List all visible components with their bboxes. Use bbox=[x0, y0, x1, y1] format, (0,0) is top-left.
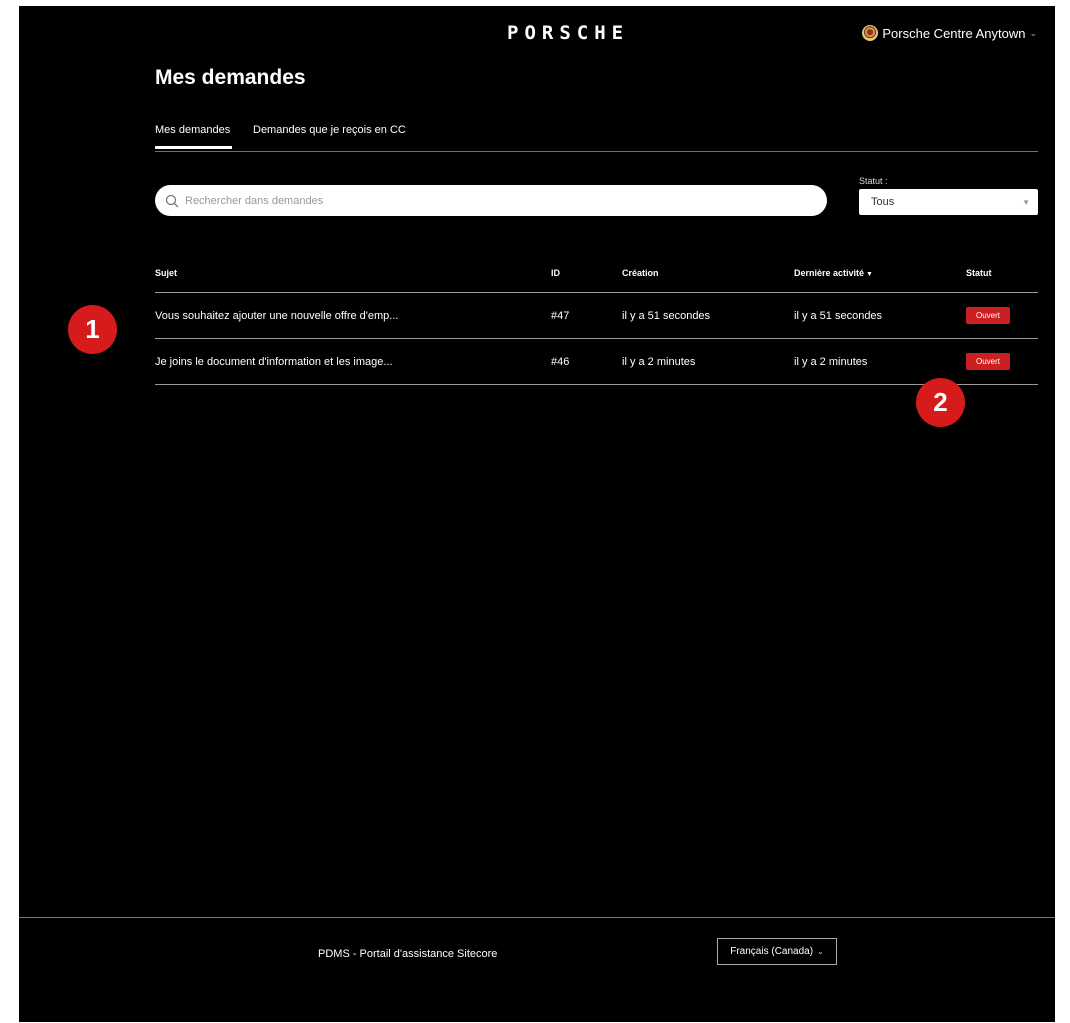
sort-desc-icon: ▼ bbox=[866, 271, 873, 278]
chevron-down-icon: ⌄ bbox=[817, 947, 824, 956]
tab-mes-demandes[interactable]: Mes demandes bbox=[155, 124, 233, 149]
column-header-status[interactable]: Statut bbox=[966, 254, 1038, 293]
tab-bar: Mes demandes Demandes que je reçois en C… bbox=[155, 118, 1038, 152]
table-header-row: Sujet ID Création Dernière activité ▼ Sta… bbox=[155, 254, 1038, 293]
top-bar: PORSCHE Porsche Centre Anytown ⌄ bbox=[19, 6, 1055, 56]
porsche-logo[interactable]: PORSCHE bbox=[507, 23, 687, 43]
column-header-id[interactable]: ID bbox=[551, 254, 622, 293]
table-row[interactable]: Vous souhaitez ajouter une nouvelle offr… bbox=[155, 292, 1038, 339]
page-title: Mes demandes bbox=[155, 66, 306, 89]
callout-marker-2: 2 bbox=[916, 378, 965, 427]
table-row[interactable]: Je joins le document d'information et le… bbox=[155, 338, 1038, 385]
account-name: Porsche Centre Anytown bbox=[882, 25, 1026, 41]
chevron-down-icon: ⌄ bbox=[1029, 27, 1037, 38]
callout-marker-1: 1 bbox=[68, 305, 117, 354]
column-header-activity[interactable]: Dernière activité ▼ bbox=[794, 254, 966, 293]
row-id: #47 bbox=[551, 292, 622, 339]
row-status-cell: Ouvert bbox=[966, 338, 1038, 385]
row-created: il y a 51 secondes bbox=[622, 292, 794, 339]
row-activity: il y a 51 secondes bbox=[794, 292, 966, 339]
dropdown-arrow-icon: ▼ bbox=[1022, 197, 1030, 207]
status-select-value: Tous bbox=[871, 196, 895, 208]
tab-demandes-cc[interactable]: Demandes que je reçois en CC bbox=[253, 124, 406, 148]
requests-table: Sujet ID Création Dernière activité ▼ Sta… bbox=[155, 254, 1038, 385]
row-id: #46 bbox=[551, 338, 622, 385]
row-subject[interactable]: Vous souhaitez ajouter une nouvelle offr… bbox=[155, 292, 551, 339]
search-input[interactable] bbox=[183, 193, 787, 208]
footer: PDMS - Portail d'assistance Sitecore Fra… bbox=[19, 917, 1055, 1022]
status-select[interactable]: Tous ▼ bbox=[859, 189, 1038, 215]
search-bar[interactable] bbox=[155, 185, 827, 216]
porsche-crest-icon bbox=[862, 25, 879, 41]
language-selector[interactable]: Français (Canada) ⌄ bbox=[717, 938, 837, 965]
column-header-created[interactable]: Création bbox=[622, 254, 794, 293]
row-status-cell: Ouvert bbox=[966, 292, 1038, 339]
language-selector-value: Français (Canada) bbox=[730, 946, 814, 957]
row-subject[interactable]: Je joins le document d'information et le… bbox=[155, 338, 551, 385]
status-filter: Statut : Tous ▼ bbox=[859, 176, 1038, 215]
status-filter-label: Statut : bbox=[859, 176, 888, 186]
app-window: PORSCHE Porsche Centre Anytown ⌄ Mes dem… bbox=[19, 6, 1055, 1022]
status-badge[interactable]: Ouvert bbox=[966, 307, 1011, 324]
footer-site-name: PDMS - Portail d'assistance Sitecore bbox=[318, 948, 498, 960]
column-header-activity-label: Dernière activité bbox=[794, 268, 865, 278]
row-created: il y a 2 minutes bbox=[622, 338, 794, 385]
search-icon bbox=[165, 194, 179, 207]
account-menu[interactable]: Porsche Centre Anytown ⌄ bbox=[862, 24, 1037, 42]
status-badge[interactable]: Ouvert bbox=[966, 353, 1011, 370]
column-header-subject[interactable]: Sujet bbox=[155, 254, 551, 293]
